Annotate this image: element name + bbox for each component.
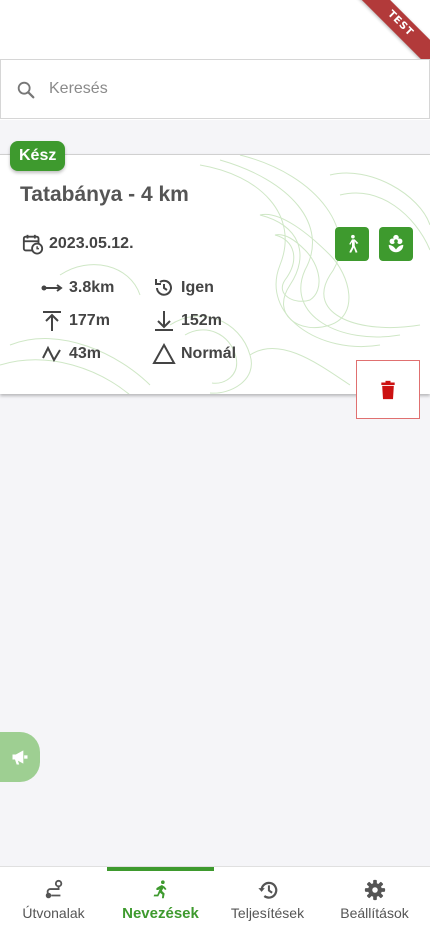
elevation-icon (42, 345, 61, 363)
feedback-button[interactable] (0, 732, 40, 782)
nav-label-routes: Útvonalak (22, 905, 85, 921)
distance-icon (41, 284, 63, 292)
search-icon (17, 81, 35, 99)
descent-icon (155, 311, 173, 331)
history-icon (257, 881, 277, 899)
date-row: 2023.05.12. (22, 233, 134, 255)
circular-value: Igen (181, 279, 214, 296)
elevation-stat: 43m (40, 342, 101, 366)
ascent-stat: 177m (40, 309, 110, 333)
walking-icon (349, 234, 359, 253)
descent-value: 152m (181, 312, 222, 329)
difficulty-value: Normál (181, 345, 237, 362)
status-badge: Kész (10, 141, 66, 171)
megaphone-icon (12, 750, 28, 765)
nav-item-settings[interactable]: Beállítások (321, 867, 428, 932)
ascent-value: 177m (69, 312, 110, 329)
search-bar[interactable] (0, 59, 430, 119)
flower-icon (388, 234, 404, 253)
delete-button[interactable] (356, 360, 420, 419)
distance-stat: 3.8km (40, 276, 114, 300)
distance-value: 3.8km (69, 279, 115, 296)
nav-label-entries: Nevezések (122, 905, 199, 922)
running-icon (153, 880, 166, 899)
calendar-clock-icon (22, 234, 44, 255)
gear-icon (364, 879, 385, 901)
difficulty-stat: Normál (152, 342, 236, 366)
entry-title: Tatabánya - 4 km (20, 183, 189, 206)
circular-stat: Igen (152, 276, 214, 300)
entry-date: 2023.05.12. (49, 235, 134, 252)
walking-tag-button[interactable] (335, 227, 369, 261)
nav-item-completions[interactable]: Teljesítések (214, 867, 321, 932)
trash-icon (381, 380, 395, 399)
nav-item-entries[interactable]: Nevezések (107, 867, 214, 932)
elevation-value: 43m (69, 345, 102, 362)
entry-card[interactable]: Tatabánya - 4 km 2023.05.12. 3.8km Igen … (0, 154, 430, 394)
search-input[interactable] (49, 76, 409, 102)
triangle-icon (152, 342, 176, 364)
nav-label-completions: Teljesítések (230, 905, 305, 921)
nav-item-routes[interactable]: Útvonalak (0, 867, 107, 932)
ascent-icon (43, 311, 61, 331)
flower-tag-button[interactable] (379, 227, 413, 261)
bottom-navigation: Útvonalak Nevezések Teljesítések Beállít… (0, 866, 430, 932)
route-icon (45, 879, 62, 899)
active-tab-indicator (107, 867, 214, 871)
loop-icon (155, 279, 172, 296)
descent-stat: 152m (152, 309, 222, 333)
nav-label-settings: Beállítások (340, 905, 409, 921)
